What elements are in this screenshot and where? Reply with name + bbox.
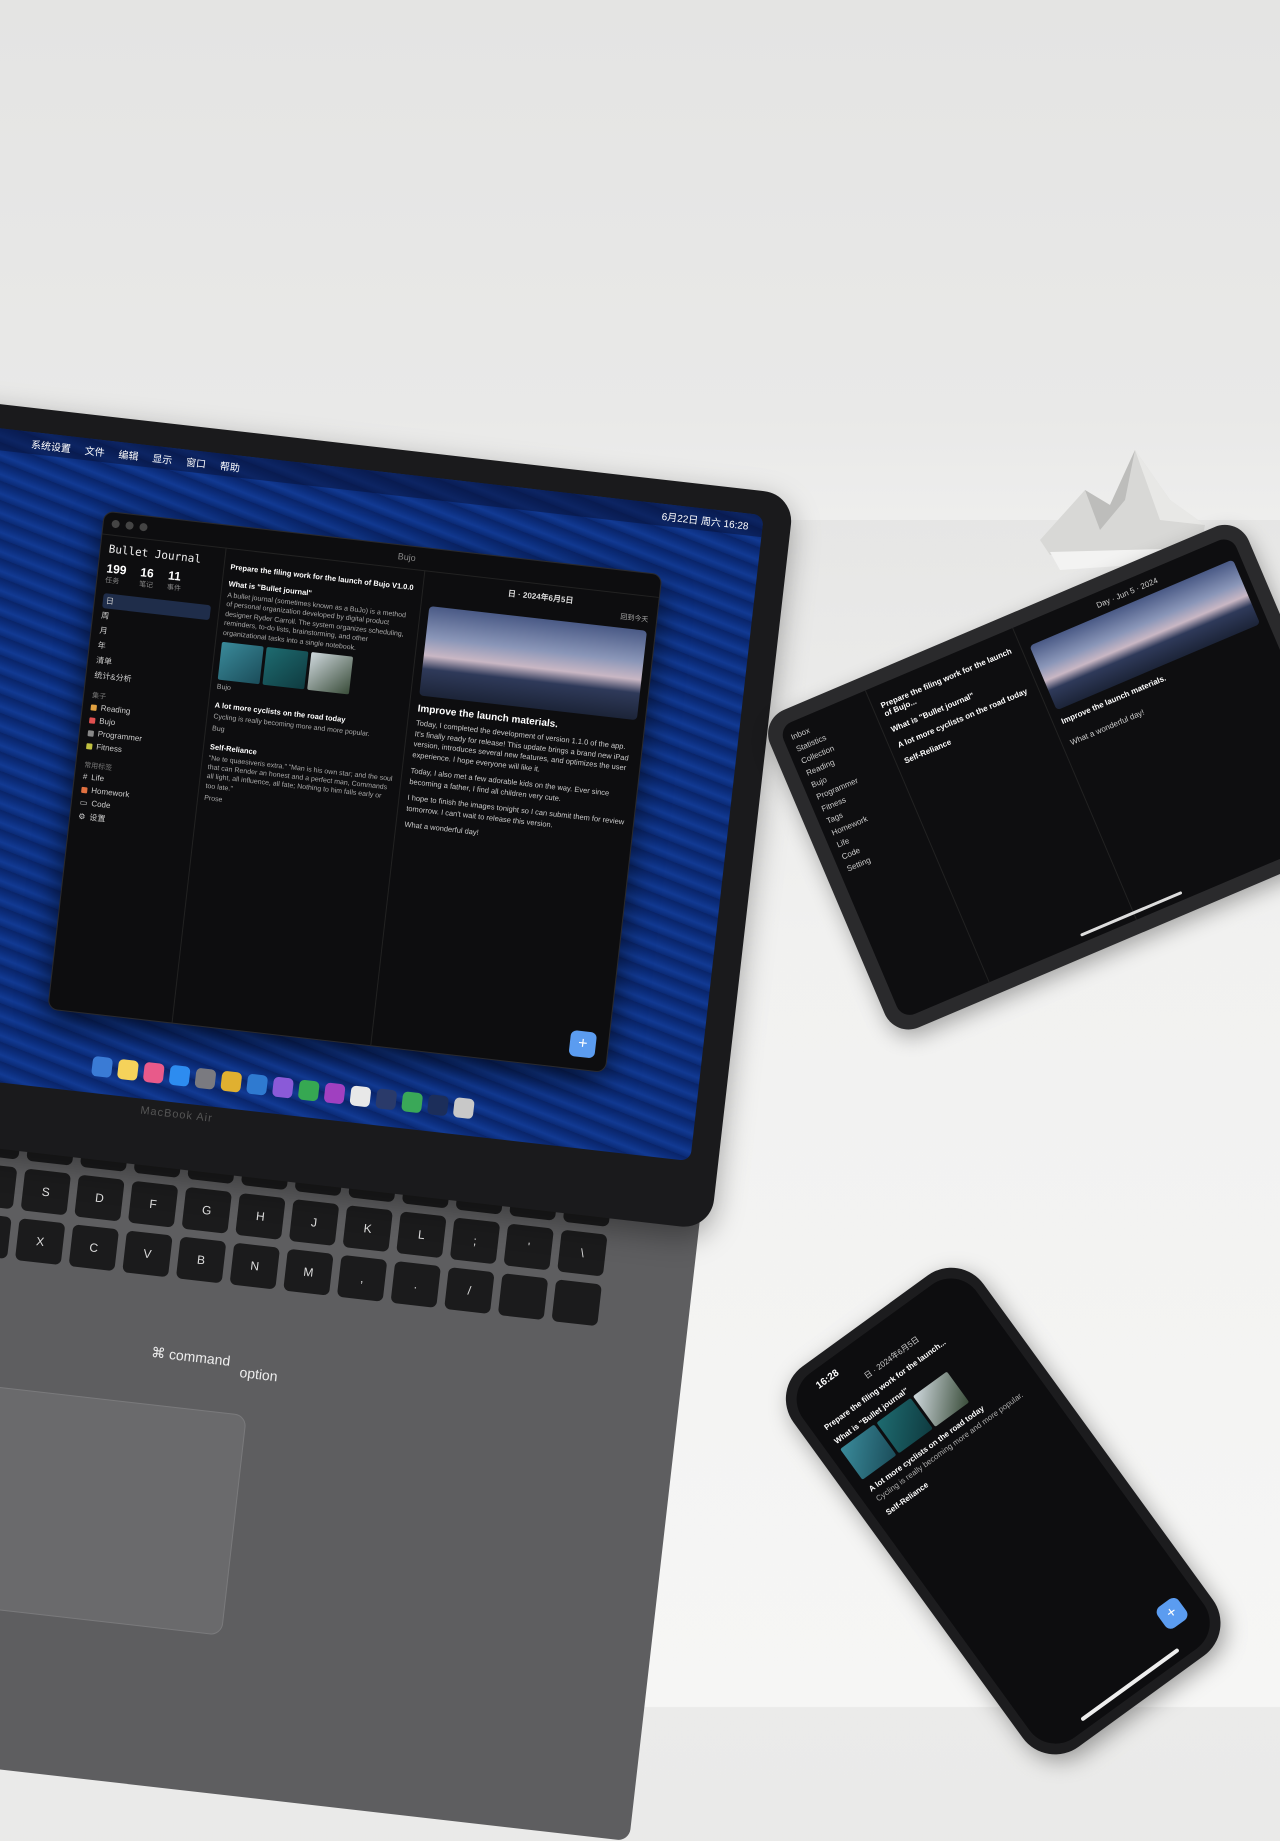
- menu-window[interactable]: 窗口: [185, 453, 207, 470]
- menu-help[interactable]: 帮助: [219, 457, 241, 474]
- home-indicator[interactable]: [1079, 1648, 1180, 1722]
- photoshop-icon[interactable]: [426, 1094, 450, 1117]
- keyboard-key[interactable]: V: [122, 1230, 173, 1278]
- code-icon: ▭: [79, 797, 88, 808]
- close-icon[interactable]: [111, 519, 121, 529]
- keyboard-key[interactable]: G: [181, 1186, 233, 1234]
- keyboard-key[interactable]: /: [444, 1267, 495, 1315]
- command-key[interactable]: ⌘ command: [150, 1344, 231, 1370]
- phone: 16:28 日 · 2024年6月5日 Prepare the filing w…: [770, 1251, 1237, 1771]
- chrome-icon[interactable]: [220, 1070, 243, 1093]
- minimize-icon[interactable]: [125, 521, 134, 530]
- add-button[interactable]: +: [568, 1029, 598, 1059]
- menu-file[interactable]: 文件: [84, 442, 106, 459]
- freeform-icon[interactable]: [142, 1061, 165, 1084]
- keyboard-key[interactable]: ,: [336, 1254, 388, 1302]
- stats-row: 199 任务 16 笔记 11 事件: [105, 561, 215, 597]
- heart-icon: [81, 786, 88, 793]
- notebook-icon: [88, 716, 96, 724]
- keyboard-key[interactable]: C: [68, 1224, 120, 1272]
- sidebar-nav: 日 周 月 年 清单 统计&分析: [94, 593, 212, 695]
- tablet: Inbox Statistics Collection Reading Bujo…: [760, 516, 1280, 1038]
- keyboard-key[interactable]: ': [503, 1223, 554, 1271]
- bujo-app-icon[interactable]: [349, 1085, 372, 1108]
- trash-icon[interactable]: [452, 1097, 475, 1120]
- keyboard-key[interactable]: [551, 1279, 602, 1327]
- stat-notes[interactable]: 16 笔记: [138, 565, 155, 590]
- obsidian-icon[interactable]: [271, 1076, 295, 1099]
- github-icon[interactable]: [323, 1082, 346, 1105]
- maps-icon[interactable]: [297, 1079, 320, 1102]
- book-icon: [90, 703, 98, 711]
- keyboard-key[interactable]: H: [235, 1192, 286, 1240]
- status-time: 16:28: [814, 1367, 842, 1392]
- keyboard-key[interactable]: B: [175, 1236, 227, 1284]
- keyboard-key[interactable]: ;: [449, 1217, 501, 1265]
- hash-icon: #: [82, 771, 88, 782]
- macbook-label: MacBook Air: [139, 1104, 214, 1125]
- mail-icon[interactable]: [91, 1055, 114, 1079]
- settings-app-icon[interactable]: [194, 1067, 217, 1090]
- laptop-icon: [87, 729, 95, 737]
- wechat-icon[interactable]: [401, 1091, 424, 1114]
- menubar-clock[interactable]: 6月22日 周六 16:28: [661, 507, 749, 532]
- thumbnail-image[interactable]: [262, 647, 309, 690]
- vscode-icon[interactable]: [246, 1073, 269, 1096]
- laptop: 系统设置 文件 编辑 显示 窗口 帮助 6月22日 周六 16:28 Bujo …: [0, 395, 795, 1230]
- keyboard-key[interactable]: \: [557, 1229, 608, 1277]
- tablet-screen: Inbox Statistics Collection Reading Bujo…: [778, 535, 1280, 1020]
- keyboard-key[interactable]: [497, 1273, 549, 1321]
- notes-icon[interactable]: [116, 1058, 140, 1081]
- thumbnail-image[interactable]: [217, 641, 264, 685]
- stat-tasks[interactable]: 199 任务: [105, 561, 128, 587]
- menu-edit[interactable]: 编辑: [118, 445, 140, 462]
- keyboard-key[interactable]: J: [288, 1199, 340, 1246]
- app-store-icon[interactable]: [168, 1064, 191, 1087]
- menu-view[interactable]: 显示: [152, 449, 174, 466]
- keyboard-key[interactable]: D: [74, 1174, 125, 1222]
- keyboard-key[interactable]: X: [14, 1218, 66, 1266]
- keyboard-key[interactable]: A: [0, 1162, 18, 1210]
- zoom-icon[interactable]: [139, 522, 148, 532]
- trackpad[interactable]: [0, 1380, 247, 1636]
- option-key[interactable]: option: [239, 1364, 279, 1384]
- keyboard-key[interactable]: K: [342, 1205, 393, 1253]
- keyboard-key[interactable]: .: [390, 1260, 441, 1308]
- keyboard-key[interactable]: N: [229, 1242, 281, 1290]
- keyboard-key[interactable]: L: [396, 1211, 447, 1259]
- keyboard-key[interactable]: F: [127, 1180, 179, 1228]
- gear-icon: ⚙: [77, 811, 86, 822]
- laptop-screen: 系统设置 文件 编辑 显示 窗口 帮助 6月22日 周六 16:28 Bujo …: [0, 421, 764, 1162]
- cover-image: [419, 606, 647, 721]
- terminal-icon[interactable]: [375, 1088, 398, 1111]
- menu-system-settings[interactable]: 系统设置: [30, 435, 71, 454]
- phone-screen: 16:28 日 · 2024年6月5日 Prepare the filing w…: [783, 1265, 1223, 1757]
- stat-events[interactable]: 11 事件: [166, 568, 183, 593]
- runner-icon: [86, 742, 93, 750]
- keyboard-key[interactable]: Z: [0, 1212, 12, 1259]
- thumbnail-image[interactable]: [307, 652, 354, 695]
- window-title: Bujo: [397, 551, 417, 564]
- bujo-app-window: Bujo Bullet Journal 199 任务 16 笔记 11 事件 日…: [47, 510, 663, 1073]
- keyboard-key[interactable]: M: [283, 1248, 334, 1296]
- keyboard-key[interactable]: S: [20, 1168, 72, 1216]
- add-button[interactable]: +: [1153, 1595, 1191, 1632]
